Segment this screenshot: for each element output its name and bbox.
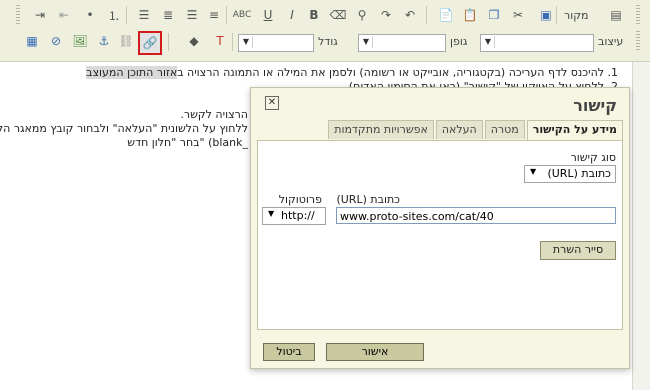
chevron-down-icon: ▼ [360, 36, 373, 48]
editor-toolbar: ▤ מקור ▣ ✂ ❐ 📋 📄 ↶ ↷ ⚲ ⌫ B I U ABC ≡ ☰ ≣… [0, 0, 650, 62]
toolbar-row-2: עיצוב ▼ גופן ▼ גודל ▼ T ◆ ⛓ 🖼 ⊘ ▦ ⚓ [0, 31, 650, 56]
link-icon: 🔗 [142, 36, 158, 50]
bg-color-icon[interactable]: ◆ [184, 31, 204, 51]
paste-text-icon[interactable]: 📄 [436, 5, 456, 25]
ok-button[interactable]: אישור [326, 343, 424, 361]
protocol-label: פרוטוקול [278, 193, 322, 206]
eraser-icon[interactable]: ⌫ [328, 5, 348, 25]
chevron-down-icon: ▼ [530, 167, 537, 176]
toolbar-row-1: ▤ מקור ▣ ✂ ❐ 📋 📄 ↶ ↷ ⚲ ⌫ B I U ABC ≡ ☰ ≣… [0, 5, 650, 30]
url-label: כתובת (URL) [336, 193, 400, 206]
align-left-icon[interactable]: ☰ [182, 5, 202, 25]
link-type-select[interactable]: כתובת (URL) ▼ [524, 165, 616, 183]
underline-icon[interactable]: U [258, 5, 278, 25]
flash-icon[interactable]: ⊘ [46, 31, 66, 51]
instruction-line-1: 1. להיכנס לדף העריכה (בקטגוריה, אובייקט … [86, 66, 618, 79]
undo-icon[interactable]: ↶ [400, 5, 420, 25]
instruction-line-5: ללחוץ על הלשונית "העלאה" ולבחור קובץ ממא… [0, 122, 248, 135]
source-icon[interactable]: ▤ [606, 5, 626, 25]
style-select[interactable]: ▼ [480, 34, 594, 52]
justify-icon[interactable]: ≡ [204, 5, 224, 25]
spellcheck-icon[interactable]: ABC [232, 5, 252, 25]
image-icon[interactable]: 🖼 [70, 31, 90, 51]
redo-icon[interactable]: ↷ [376, 5, 396, 25]
link-info-panel: סוג קישור כתובת (URL) ▼ כתובת (URL) פרוט… [257, 140, 623, 330]
align-right-icon[interactable]: ☰ [134, 5, 154, 25]
toolbar-grip [636, 5, 640, 25]
selected-text: אזור התוכן המעוצב [86, 66, 178, 79]
chevron-down-icon: ▼ [268, 209, 275, 218]
link-dialog: קישור ✕ מידע על הקישור מטרה העלאה אפשרוי… [250, 87, 630, 369]
instruction-line-6: _blank) "בחר "חלון חדש [127, 136, 248, 149]
unlink-icon[interactable]: ⛓ [116, 31, 136, 51]
tab-advanced[interactable]: אפשרויות מתקדמות [328, 120, 434, 139]
tab-target[interactable]: מטרה [484, 120, 525, 139]
preview-icon[interactable]: ▣ [536, 5, 556, 25]
source-label[interactable]: מקור [564, 9, 588, 22]
size-label: גודל [318, 35, 338, 48]
copy-icon[interactable]: ❐ [484, 5, 504, 25]
link-type-value: כתובת (URL) [547, 167, 611, 180]
cut-icon[interactable]: ✂ [508, 5, 528, 25]
font-label: גופן [450, 35, 468, 48]
chevron-down-icon: ▼ [240, 36, 253, 48]
vertical-scrollbar[interactable] [632, 62, 650, 390]
protocol-select[interactable]: http:// ▼ [262, 207, 326, 225]
url-input[interactable]: www.proto-sites.com/cat/40 [336, 207, 616, 224]
numbered-list-icon[interactable]: ⒈ [104, 5, 124, 25]
text-color-icon[interactable]: T [210, 31, 230, 51]
url-value: www.proto-sites.com/cat/40 [340, 210, 494, 223]
bulleted-list-icon[interactable]: • [80, 5, 100, 25]
link-type-label: סוג קישור [570, 151, 616, 164]
anchor-icon[interactable]: ⚓ [94, 31, 114, 51]
dialog-tabs: מידע על הקישור מטרה העלאה אפשרויות מתקדמ… [326, 120, 623, 141]
link-button[interactable]: 🔗 [138, 31, 162, 55]
chevron-down-icon: ▼ [482, 36, 495, 48]
find-icon[interactable]: ⚲ [352, 5, 372, 25]
close-icon[interactable]: ✕ [265, 96, 279, 110]
tab-upload[interactable]: העלאה [435, 120, 483, 139]
instruction-text: 1. להיכנס לדף העריכה (בקטגוריה, אובייקט … [177, 66, 618, 79]
instruction-line-4: הרצויה לקשר. [180, 108, 248, 121]
outdent-icon[interactable]: ⇤ [54, 5, 74, 25]
size-select[interactable]: ▼ [238, 34, 314, 52]
italic-icon[interactable]: I [282, 5, 302, 25]
tab-link-info[interactable]: מידע על הקישור [526, 120, 623, 141]
font-select[interactable]: ▼ [358, 34, 446, 52]
cancel-button[interactable]: ביטול [263, 343, 315, 361]
paste-icon[interactable]: 📋 [460, 5, 480, 25]
bold-icon[interactable]: B [304, 5, 324, 25]
indent-icon[interactable]: ⇥ [30, 5, 50, 25]
table-icon[interactable]: ▦ [22, 31, 42, 51]
style-label: עיצוב [598, 35, 624, 48]
align-center-icon[interactable]: ≣ [158, 5, 178, 25]
browse-server-button[interactable]: סייר השרת [540, 241, 616, 260]
protocol-value: http:// [281, 209, 315, 222]
dialog-title: קישור [573, 96, 617, 115]
